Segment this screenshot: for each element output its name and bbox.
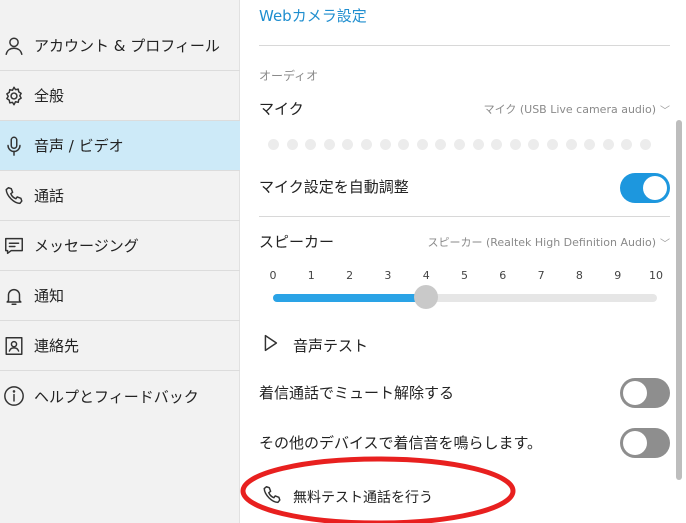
mic-level-dot (509, 139, 521, 150)
sidebar-item-help-feedback[interactable]: ヘルプとフィードバック (0, 371, 240, 421)
sidebar-item-label: ヘルプとフィードバック (34, 387, 199, 406)
divider (259, 216, 670, 217)
gear-icon (1, 83, 27, 109)
speaker-selected-value: スピーカー (Realtek High Definition Audio) (427, 236, 656, 249)
mic-level-dot (361, 139, 372, 150)
microphone-icon (1, 133, 27, 159)
phone-icon (261, 484, 283, 510)
free-test-call-label: 無料テスト通話を行う (293, 490, 433, 506)
sidebar-item-account-profile[interactable]: アカウント & プロフィール (0, 21, 240, 71)
sidebar-item-notifications[interactable]: 通知 (0, 271, 240, 321)
sidebar-item-label: 連絡先 (34, 337, 80, 355)
mic-level-dot (305, 139, 317, 150)
mic-level-dot (565, 139, 577, 150)
mic-level-dot (398, 139, 410, 150)
mic-level-dot (323, 139, 335, 150)
speaker-label: スピーカー (259, 233, 335, 251)
mic-level-dot (584, 139, 596, 150)
sidebar-item-audio-video[interactable]: 音声 / ビデオ (0, 121, 240, 171)
sidebar-item-label: 通知 (34, 287, 65, 305)
ring-other-devices-label: その他のデバイスで着信音を鳴らします。 (259, 434, 543, 452)
speaker-volume-fill (273, 294, 427, 302)
speaker-select[interactable]: スピーカー (Realtek High Definition Audio) ﹀ (427, 234, 670, 250)
volume-tick-label: 1 (307, 269, 315, 282)
sound-test-label: 音声テスト (293, 336, 369, 355)
mic-auto-adjust-toggle[interactable] (620, 173, 670, 203)
microphone-select[interactable]: マイク (USB Live camera audio) ﹀ (484, 101, 670, 117)
chevron-down-icon: ﹀ (660, 238, 670, 250)
unmute-incoming-label: 着信通話でミュート解除する (259, 384, 455, 402)
volume-tick-label: 0 (269, 269, 277, 282)
sidebar-item-label: 全般 (34, 87, 65, 105)
settings-sidebar: アカウント & プロフィール 全般 音声 / ビデオ 通話 メッセージング 通知 (0, 0, 240, 523)
toggle-knob (623, 431, 647, 455)
audio-section-title: オーディオ (259, 69, 319, 83)
unmute-incoming-toggle[interactable] (620, 378, 670, 408)
sidebar-item-label: アカウント & プロフィール (34, 37, 220, 55)
speaker-volume-thumb[interactable] (414, 285, 439, 309)
volume-tick-label: 6 (499, 269, 507, 282)
mic-level-dot (286, 139, 298, 150)
mic-auto-adjust-label: マイク設定を自動調整 (259, 178, 409, 196)
info-icon (1, 383, 27, 409)
sidebar-item-label: メッセージング (34, 237, 139, 255)
chevron-down-icon: ﹀ (660, 105, 670, 117)
mic-level-dot (416, 139, 428, 150)
toggle-knob (623, 381, 647, 405)
free-test-call-button[interactable]: 無料テスト通話を行う (261, 484, 433, 510)
volume-tick-label: 8 (575, 269, 583, 282)
mic-level-dot (342, 139, 354, 150)
sidebar-item-general[interactable]: 全般 (0, 71, 240, 121)
contact-card-icon (1, 333, 27, 359)
sound-test-button[interactable]: 音声テスト (259, 332, 368, 358)
microphone-label: マイク (259, 100, 304, 118)
volume-tick-label: 10 (649, 269, 663, 282)
volume-tick-label: 5 (461, 269, 468, 282)
mic-level-dot (640, 139, 651, 150)
volume-tick-label: 3 (384, 269, 392, 282)
mic-level-dot (379, 139, 391, 150)
divider (259, 45, 670, 46)
user-icon (1, 33, 27, 59)
ring-other-devices-toggle[interactable] (620, 428, 670, 458)
scrollbar-thumb[interactable] (676, 120, 682, 480)
message-icon (1, 233, 27, 259)
mic-level-dot (472, 139, 484, 150)
microphone-selected-value: マイク (USB Live camera audio) (483, 103, 656, 116)
play-icon (259, 332, 281, 358)
phone-icon (1, 183, 27, 209)
mic-level-dot (547, 139, 558, 150)
volume-tick-label: 4 (422, 269, 430, 282)
speaker-volume-track[interactable] (273, 294, 657, 302)
sidebar-item-contacts[interactable]: 連絡先 (0, 321, 240, 371)
bell-icon (1, 283, 27, 309)
mic-level-dot (435, 139, 447, 150)
settings-panel: Webカメラ設定 オーディオ マイク マイク (USB Live camera … (241, 0, 686, 523)
mic-level-dot (454, 139, 465, 150)
volume-tick-label: 9 (614, 269, 622, 282)
mic-level-dot (491, 139, 503, 150)
volume-tick-label: 7 (537, 269, 545, 282)
sidebar-item-label: 音声 / ビデオ (34, 137, 124, 155)
volume-tick-label: 2 (346, 269, 354, 282)
webcam-settings-link[interactable]: Webカメラ設定 (259, 5, 367, 26)
sidebar-item-calling[interactable]: 通話 (0, 171, 240, 221)
mic-level-dot (268, 139, 279, 150)
toggle-knob (643, 176, 667, 200)
sidebar-item-label: 通話 (34, 187, 65, 205)
sidebar-item-messaging[interactable]: メッセージング (0, 221, 240, 271)
mic-level-dot (602, 139, 614, 150)
mic-level-dot (528, 139, 540, 150)
mic-level-dot (621, 139, 633, 150)
